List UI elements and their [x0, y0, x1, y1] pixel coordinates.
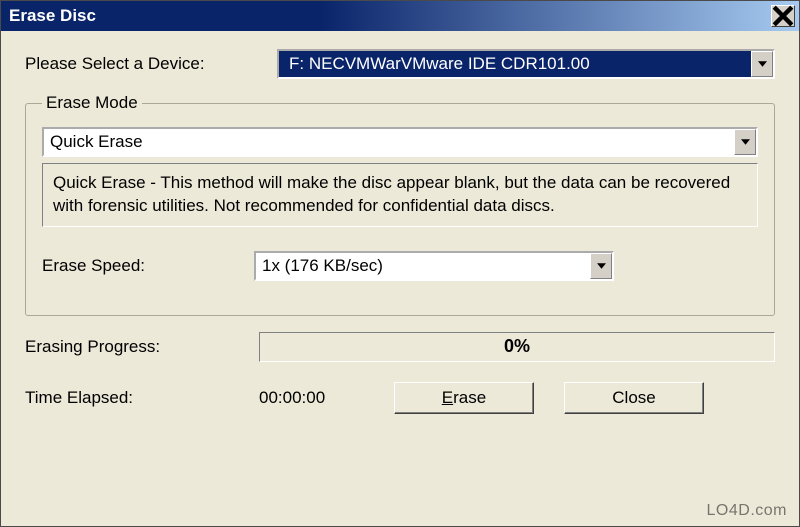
erase-speed-select[interactable]: 1x (176 KB/sec)	[254, 251, 614, 281]
device-label: Please Select a Device:	[25, 54, 277, 74]
device-value: F: NECVMWarVMware IDE CDR101.00	[279, 51, 751, 77]
erase-mode-value: Quick Erase	[44, 129, 734, 155]
window-title: Erase Disc	[9, 6, 96, 26]
erase-disc-dialog: Erase Disc Please Select a Device: F: NE…	[0, 0, 800, 527]
device-row: Please Select a Device: F: NECVMWarVMwar…	[25, 49, 775, 79]
erase-mode-description: Quick Erase - This method will make the …	[42, 163, 758, 227]
erase-button[interactable]: Erase	[394, 382, 534, 414]
chevron-down-icon[interactable]	[734, 129, 756, 155]
progress-bar: 0%	[259, 332, 775, 362]
progress-percent: 0%	[504, 336, 530, 357]
progress-row: Erasing Progress: 0%	[25, 332, 775, 362]
titlebar[interactable]: Erase Disc	[1, 1, 799, 31]
chevron-down-icon[interactable]	[590, 253, 612, 279]
dialog-content: Please Select a Device: F: NECVMWarVMwar…	[1, 31, 799, 426]
erase-speed-value: 1x (176 KB/sec)	[256, 253, 590, 279]
erase-mode-legend: Erase Mode	[42, 93, 142, 113]
watermark: LO4D.com	[707, 502, 787, 520]
device-select[interactable]: F: NECVMWarVMware IDE CDR101.00	[277, 49, 775, 79]
erase-mode-select[interactable]: Quick Erase	[42, 127, 758, 157]
close-button[interactable]: Close	[564, 382, 704, 414]
buttons-row: Time Elapsed: 00:00:00 Erase Close	[25, 382, 775, 414]
chevron-down-icon[interactable]	[751, 51, 773, 77]
erase-mode-group: Erase Mode Quick Erase Quick Erase - Thi…	[25, 93, 775, 316]
progress-label: Erasing Progress:	[25, 337, 259, 357]
time-elapsed-label: Time Elapsed:	[25, 388, 259, 408]
erase-speed-row: Erase Speed: 1x (176 KB/sec)	[42, 251, 758, 281]
close-icon[interactable]	[771, 5, 795, 27]
erase-speed-label: Erase Speed:	[42, 256, 254, 276]
time-elapsed-value: 00:00:00	[259, 388, 364, 408]
